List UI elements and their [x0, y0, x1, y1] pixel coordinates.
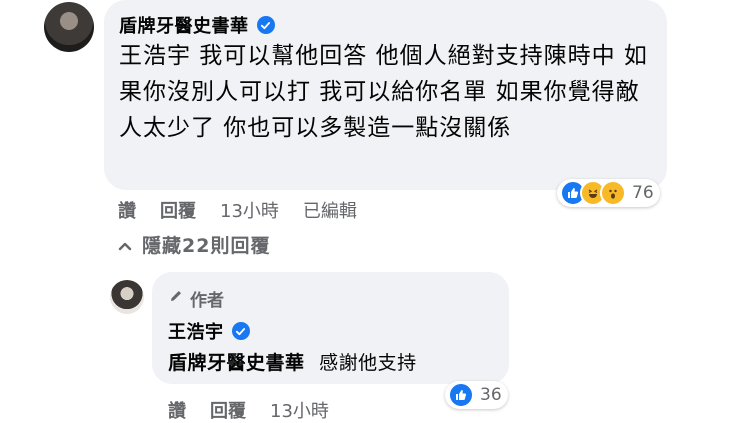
verified-badge-icon [256, 16, 275, 34]
reply-timestamp[interactable]: 13小時 [270, 397, 329, 423]
mention-tag[interactable]: 盾牌牙醫史書華 [168, 352, 305, 374]
reaction-count: 76 [632, 183, 654, 203]
comment-timestamp[interactable]: 13小時 [220, 197, 279, 223]
commenter-avatar[interactable] [44, 2, 94, 52]
reply-message: 感謝他支持 [319, 352, 417, 374]
reply-author-row: 王浩宇 [168, 318, 250, 344]
reply-button[interactable]: 回覆 [210, 397, 246, 423]
reply-avatar[interactable] [110, 280, 144, 314]
hide-replies-toggle[interactable]: 隱藏22則回覆 [118, 231, 270, 258]
like-icon [448, 382, 474, 408]
reaction-count: 36 [480, 385, 502, 405]
comment-actions: 讚 回覆 13小時 已編輯 [118, 197, 381, 223]
comment-author-row: 盾牌牙醫史書華 [119, 12, 275, 38]
chevron-up-icon [118, 234, 132, 256]
reply-button[interactable]: 回覆 [160, 197, 196, 223]
author-badge-label: 作者 [190, 291, 224, 311]
comment-author-name[interactable]: 盾牌牙醫史書華 [119, 12, 249, 38]
reply-text: 盾牌牙醫史書華 感謝他支持 [168, 348, 417, 375]
verified-badge-icon [231, 322, 250, 340]
pencil-icon [168, 288, 184, 309]
reply-actions: 讚 回覆 13小時 [168, 397, 353, 423]
wow-icon [600, 180, 626, 206]
reply-reactions[interactable]: 36 [445, 381, 508, 409]
like-button[interactable]: 讚 [118, 197, 136, 223]
edited-label[interactable]: 已編輯 [303, 197, 357, 223]
author-badge: 作者 [168, 286, 224, 311]
hide-replies-label: 隱藏22則回覆 [142, 235, 271, 257]
reply-author-name[interactable]: 王浩宇 [168, 318, 224, 344]
like-button[interactable]: 讚 [168, 397, 186, 423]
comment-reactions[interactable]: 76 [557, 179, 660, 207]
comment-text: 王浩宇 我可以幫他回答 他個人絕對支持陳時中 如果你沒別人可以打 我可以給你名單… [119, 43, 648, 141]
